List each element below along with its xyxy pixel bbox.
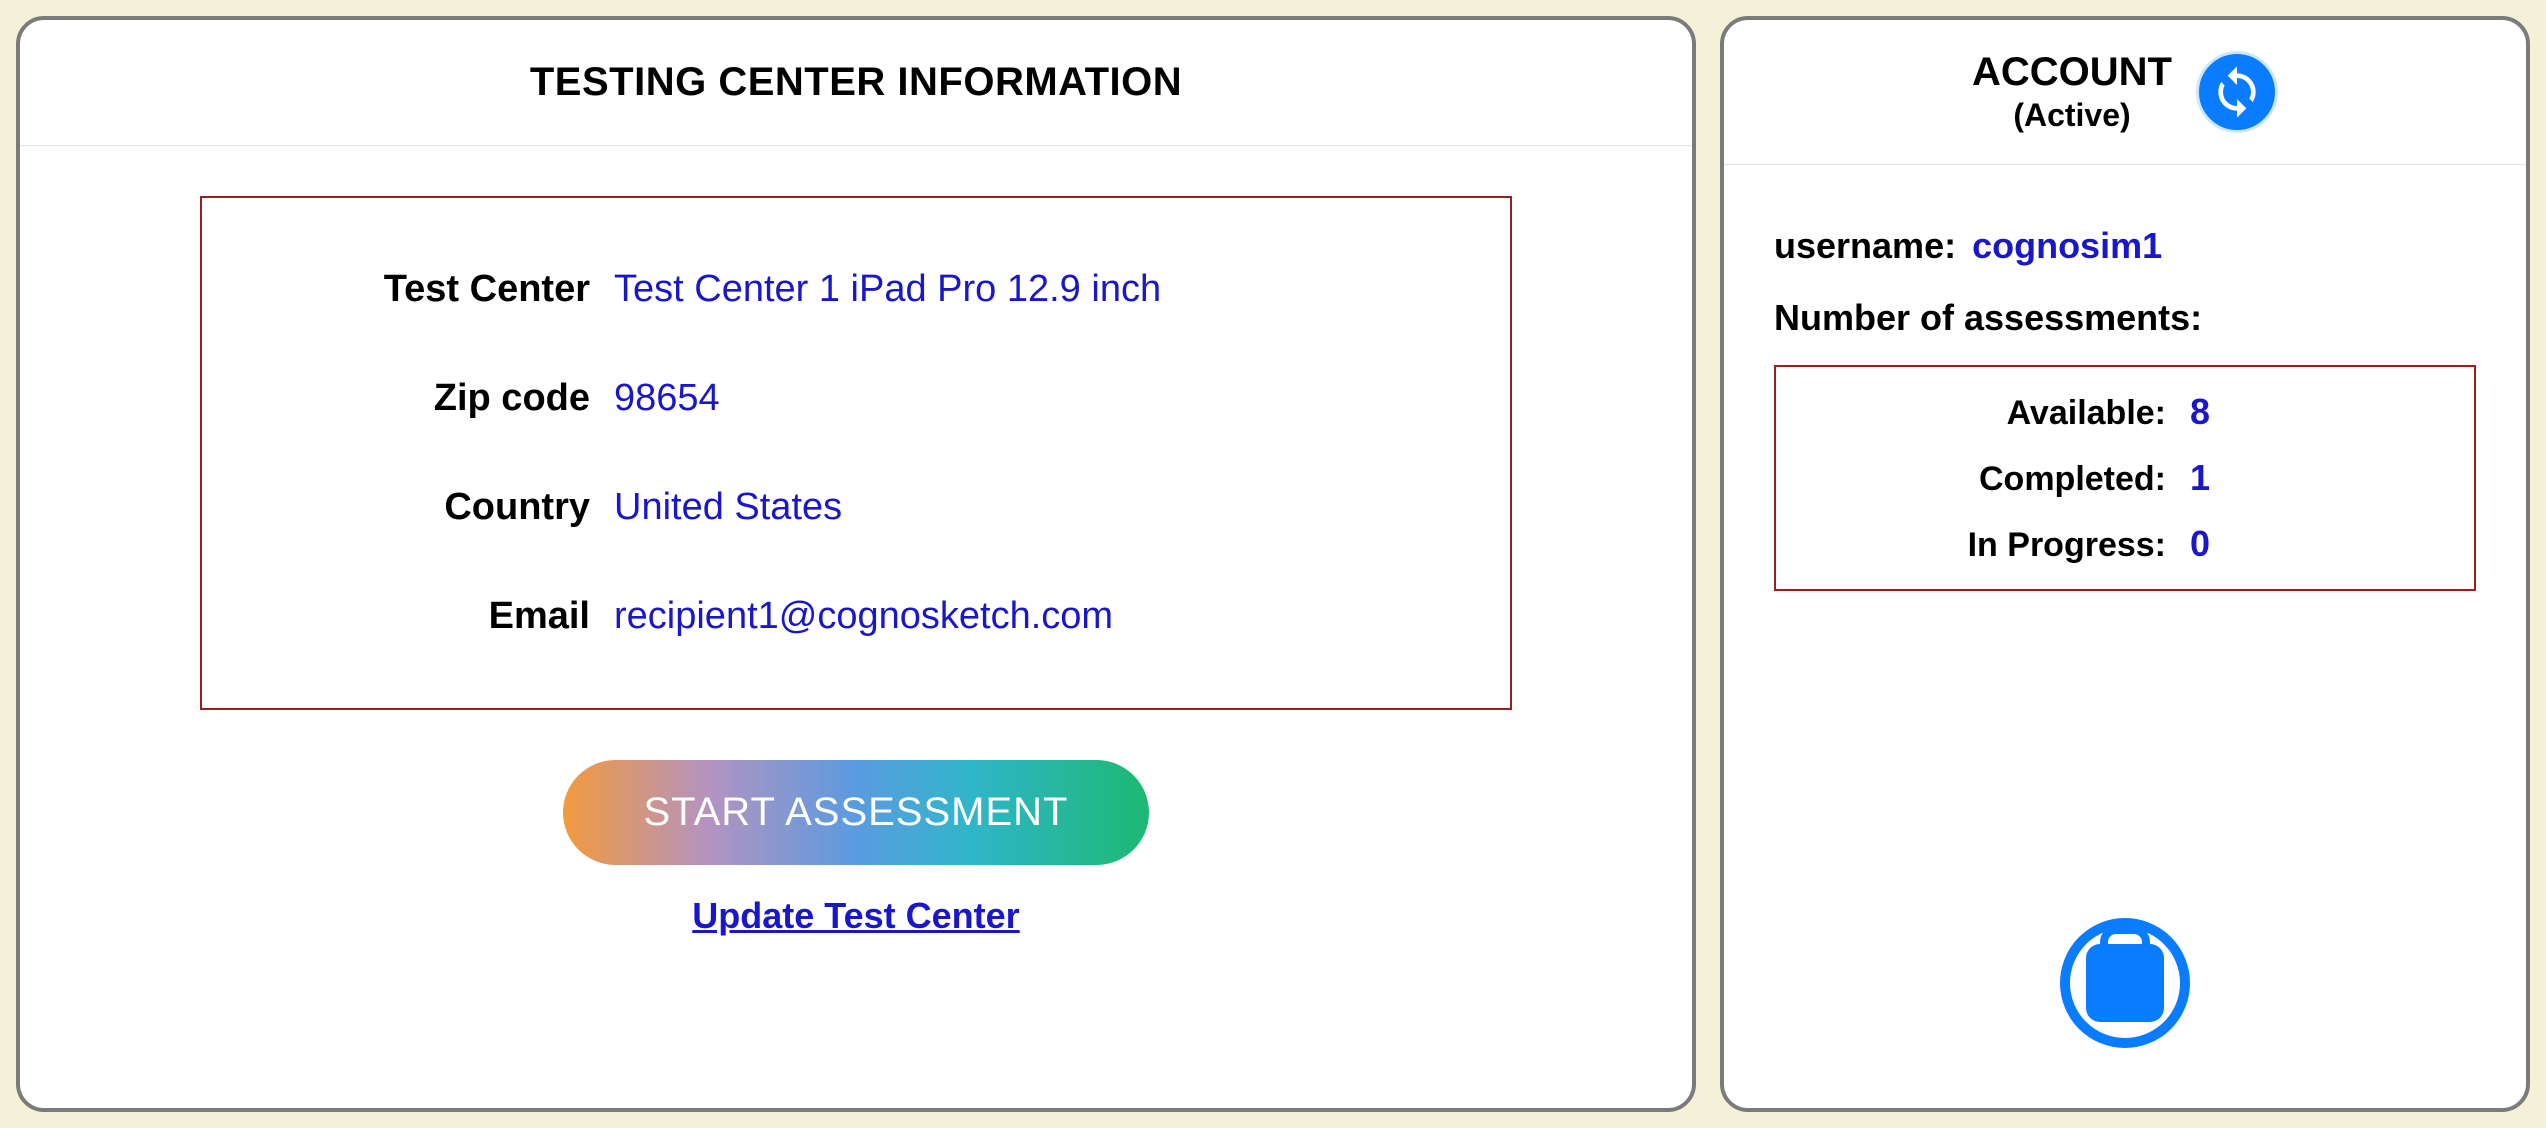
- testing-center-header: TESTING CENTER INFORMATION: [20, 20, 1692, 146]
- account-title-wrap: ACCOUNT (Active): [1972, 50, 2172, 134]
- test-center-row: Test Center Test Center 1 iPad Pro 12.9 …: [242, 268, 1470, 311]
- shop-button[interactable]: [2060, 918, 2190, 1048]
- account-status: (Active): [1972, 97, 2172, 134]
- username-label: username:: [1774, 225, 1956, 267]
- start-assessment-button[interactable]: START ASSESSMENT: [563, 760, 1148, 865]
- inprogress-row: In Progress: 0: [1816, 523, 2434, 565]
- account-header: ACCOUNT (Active): [1724, 20, 2526, 165]
- completed-row: Completed: 1: [1816, 457, 2434, 499]
- shopping-bag-icon: [2086, 944, 2164, 1022]
- country-value: United States: [602, 486, 842, 529]
- email-label: Email: [242, 595, 602, 638]
- refresh-icon: [2209, 64, 2265, 120]
- testing-center-panel: TESTING CENTER INFORMATION Test Center T…: [16, 16, 1696, 1112]
- username-value: cognosim1: [1972, 225, 2162, 267]
- account-panel: ACCOUNT (Active) username: cognosim1 Num…: [1720, 16, 2530, 1112]
- inprogress-label: In Progress:: [1816, 526, 2176, 565]
- update-test-center-link[interactable]: Update Test Center: [80, 895, 1632, 937]
- country-label: Country: [242, 486, 602, 529]
- email-value: recipient1@cognosketch.com: [602, 595, 1113, 638]
- completed-value: 1: [2176, 457, 2210, 499]
- available-label: Available:: [1816, 394, 2176, 433]
- zip-value: 98654: [602, 377, 720, 420]
- email-row: Email recipient1@cognosketch.com: [242, 595, 1470, 638]
- zip-label: Zip code: [242, 377, 602, 420]
- inprogress-value: 0: [2176, 523, 2210, 565]
- testing-center-info-box: Test Center Test Center 1 iPad Pro 12.9 …: [200, 196, 1512, 710]
- account-title: ACCOUNT: [1972, 50, 2172, 95]
- account-body: username: cognosim1 Number of assessment…: [1724, 165, 2526, 1108]
- shop-area: [1774, 818, 2476, 1068]
- test-center-value: Test Center 1 iPad Pro 12.9 inch: [602, 268, 1161, 311]
- available-value: 8: [2176, 391, 2210, 433]
- country-row: Country United States: [242, 486, 1470, 529]
- actions-area: START ASSESSMENT Update Test Center: [80, 760, 1632, 957]
- assessments-stats-box: Available: 8 Completed: 1 In Progress: 0: [1774, 365, 2476, 591]
- refresh-button[interactable]: [2196, 51, 2278, 133]
- test-center-label: Test Center: [242, 268, 602, 311]
- available-row: Available: 8: [1816, 391, 2434, 433]
- completed-label: Completed:: [1816, 460, 2176, 499]
- username-row: username: cognosim1: [1774, 225, 2476, 267]
- zip-row: Zip code 98654: [242, 377, 1470, 420]
- assessments-label: Number of assessments:: [1774, 297, 2476, 339]
- testing-center-body: Test Center Test Center 1 iPad Pro 12.9 …: [20, 146, 1692, 1108]
- testing-center-title: TESTING CENTER INFORMATION: [40, 60, 1672, 105]
